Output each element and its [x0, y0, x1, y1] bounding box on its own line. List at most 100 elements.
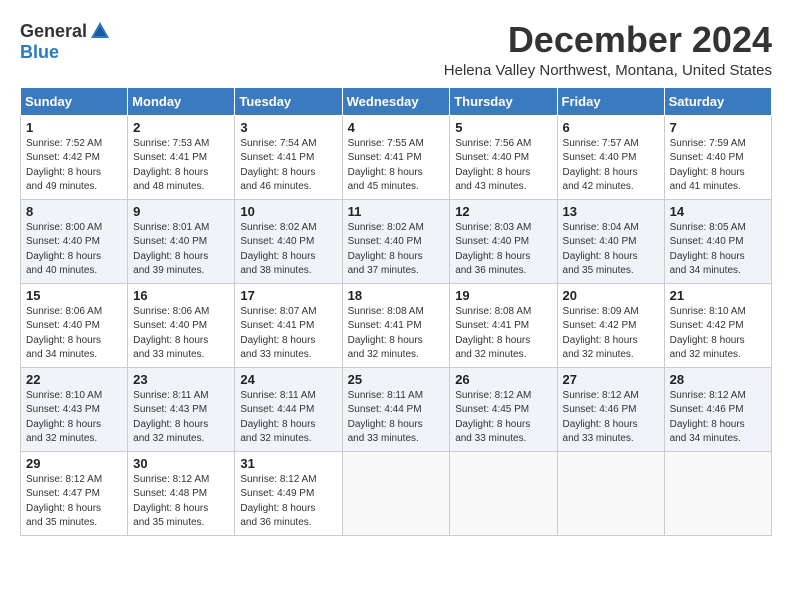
calendar-header-saturday: Saturday [664, 87, 771, 115]
calendar-cell [664, 451, 771, 535]
day-number: 16 [133, 288, 229, 303]
cell-sunrise-sunset: Sunrise: 8:11 AMSunset: 4:44 PMDaylight:… [240, 389, 336, 447]
day-number: 19 [455, 288, 551, 303]
day-number: 11 [348, 204, 445, 219]
day-number: 8 [26, 204, 122, 219]
calendar-header-tuesday: Tuesday [235, 87, 342, 115]
day-number: 24 [240, 372, 336, 387]
cell-sunrise-sunset: Sunrise: 7:55 AMSunset: 4:41 PMDaylight:… [348, 137, 445, 195]
cell-sunrise-sunset: Sunrise: 8:12 AMSunset: 4:49 PMDaylight:… [240, 473, 336, 531]
calendar-header-sunday: Sunday [21, 87, 128, 115]
day-number: 22 [26, 372, 122, 387]
calendar-cell: 16 Sunrise: 8:06 AMSunset: 4:40 PMDayligh… [128, 283, 235, 367]
calendar-cell: 6Sunrise: 7:57 AMSunset: 4:40 PMDaylight… [557, 115, 664, 199]
day-number: 7 [670, 120, 766, 135]
calendar-cell: 7 Sunrise: 7:59 AMSunset: 4:40 PMDaylight… [664, 115, 771, 199]
day-number: 13 [563, 204, 659, 219]
day-number: 4 [348, 120, 445, 135]
day-number: 26 [455, 372, 551, 387]
day-number: 31 [240, 456, 336, 471]
calendar-cell: 26 Sunrise: 8:12 AMSunset: 4:45 PMDayligh… [450, 367, 557, 451]
calendar-cell: 11 Sunrise: 8:02 AMSunset: 4:40 PMDayligh… [342, 199, 450, 283]
calendar-week-row: 15Sunrise: 8:06 AMSunset: 4:40 PMDayligh… [21, 283, 772, 367]
day-number: 23 [133, 372, 229, 387]
cell-sunrise-sunset: Sunrise: 8:07 AMSunset: 4:41 PMDaylight:… [240, 305, 336, 363]
cell-sunrise-sunset: Sunrise: 8:10 AMSunset: 4:43 PMDaylight:… [26, 389, 122, 447]
calendar-cell [342, 451, 450, 535]
cell-sunrise-sunset: Sunrise: 7:52 AMSunset: 4:42 PMDaylight:… [26, 137, 122, 195]
calendar-cell: 28 Sunrise: 8:12 AMSunset: 4:46 PMDayligh… [664, 367, 771, 451]
cell-sunrise-sunset: Sunrise: 8:11 AMSunset: 4:43 PMDaylight:… [133, 389, 229, 447]
logo-icon [89, 20, 111, 42]
calendar-header-thursday: Thursday [450, 87, 557, 115]
calendar-cell: 22 Sunrise: 8:10 AMSunset: 4:43 PMDayligh… [21, 367, 128, 451]
calendar-week-row: 8 Sunrise: 8:00 AMSunset: 4:40 PMDaylight… [21, 199, 772, 283]
calendar-cell: 29 Sunrise: 8:12 AMSunset: 4:47 PMDayligh… [21, 451, 128, 535]
cell-sunrise-sunset: Sunrise: 7:59 AMSunset: 4:40 PMDaylight:… [670, 137, 766, 195]
calendar-week-row: 29 Sunrise: 8:12 AMSunset: 4:47 PMDayligh… [21, 451, 772, 535]
calendar-cell: 14Sunrise: 8:05 AMSunset: 4:40 PMDayligh… [664, 199, 771, 283]
cell-sunrise-sunset: Sunrise: 8:04 AMSunset: 4:40 PMDaylight:… [563, 221, 659, 279]
calendar-cell: 13 Sunrise: 8:04 AMSunset: 4:40 PMDayligh… [557, 199, 664, 283]
logo-blue-text: Blue [20, 42, 59, 62]
calendar-header-wednesday: Wednesday [342, 87, 450, 115]
calendar-week-row: 22 Sunrise: 8:10 AMSunset: 4:43 PMDayligh… [21, 367, 772, 451]
cell-sunrise-sunset: Sunrise: 8:01 AMSunset: 4:40 PMDaylight:… [133, 221, 229, 279]
cell-sunrise-sunset: Sunrise: 8:08 AMSunset: 4:41 PMDaylight:… [455, 305, 551, 363]
calendar-header-monday: Monday [128, 87, 235, 115]
cell-sunrise-sunset: Sunrise: 7:56 AMSunset: 4:40 PMDaylight:… [455, 137, 551, 195]
day-number: 12 [455, 204, 551, 219]
calendar-cell: 23 Sunrise: 8:11 AMSunset: 4:43 PMDayligh… [128, 367, 235, 451]
cell-sunrise-sunset: Sunrise: 8:12 AMSunset: 4:45 PMDaylight:… [455, 389, 551, 447]
calendar-cell: 30Sunrise: 8:12 AMSunset: 4:48 PMDayligh… [128, 451, 235, 535]
day-number: 9 [133, 204, 229, 219]
calendar-cell: 2 Sunrise: 7:53 AMSunset: 4:41 PMDaylight… [128, 115, 235, 199]
calendar-table: SundayMondayTuesdayWednesdayThursdayFrid… [20, 87, 772, 536]
cell-sunrise-sunset: Sunrise: 8:08 AMSunset: 4:41 PMDaylight:… [348, 305, 445, 363]
cell-sunrise-sunset: Sunrise: 8:02 AMSunset: 4:40 PMDaylight:… [348, 221, 445, 279]
cell-sunrise-sunset: Sunrise: 8:09 AMSunset: 4:42 PMDaylight:… [563, 305, 659, 363]
calendar-cell: 8 Sunrise: 8:00 AMSunset: 4:40 PMDaylight… [21, 199, 128, 283]
day-number: 29 [26, 456, 122, 471]
calendar-cell: 12 Sunrise: 8:03 AMSunset: 4:40 PMDayligh… [450, 199, 557, 283]
calendar-header-row: SundayMondayTuesdayWednesdayThursdayFrid… [21, 87, 772, 115]
cell-sunrise-sunset: Sunrise: 8:12 AMSunset: 4:46 PMDaylight:… [563, 389, 659, 447]
cell-sunrise-sunset: Sunrise: 8:12 AMSunset: 4:46 PMDaylight:… [670, 389, 766, 447]
cell-sunrise-sunset: Sunrise: 8:06 AMSunset: 4:40 PMDaylight:… [133, 305, 229, 363]
day-number: 27 [563, 372, 659, 387]
calendar-header-friday: Friday [557, 87, 664, 115]
calendar-cell: 1Sunrise: 7:52 AMSunset: 4:42 PMDaylight… [21, 115, 128, 199]
day-number: 2 [133, 120, 229, 135]
day-number: 28 [670, 372, 766, 387]
calendar-cell: 5 Sunrise: 7:56 AMSunset: 4:40 PMDaylight… [450, 115, 557, 199]
cell-sunrise-sunset: Sunrise: 7:53 AMSunset: 4:41 PMDaylight:… [133, 137, 229, 195]
calendar-cell: 4 Sunrise: 7:55 AMSunset: 4:41 PMDaylight… [342, 115, 450, 199]
cell-sunrise-sunset: Sunrise: 7:54 AMSunset: 4:41 PMDaylight:… [240, 137, 336, 195]
cell-sunrise-sunset: Sunrise: 8:10 AMSunset: 4:42 PMDaylight:… [670, 305, 766, 363]
logo-general-text: General [20, 21, 87, 42]
cell-sunrise-sunset: Sunrise: 8:03 AMSunset: 4:40 PMDaylight:… [455, 221, 551, 279]
day-number: 21 [670, 288, 766, 303]
calendar-cell: 21 Sunrise: 8:10 AMSunset: 4:42 PMDayligh… [664, 283, 771, 367]
cell-sunrise-sunset: Sunrise: 8:12 AMSunset: 4:47 PMDaylight:… [26, 473, 122, 531]
title-area: December 2024 Helena Valley Northwest, M… [444, 20, 772, 79]
day-number: 5 [455, 120, 551, 135]
calendar-cell: 18Sunrise: 8:08 AMSunset: 4:41 PMDayligh… [342, 283, 450, 367]
day-number: 30 [133, 456, 229, 471]
calendar-cell: 24 Sunrise: 8:11 AMSunset: 4:44 PMDayligh… [235, 367, 342, 451]
calendar-cell: 25Sunrise: 8:11 AMSunset: 4:44 PMDayligh… [342, 367, 450, 451]
calendar-cell: 27 Sunrise: 8:12 AMSunset: 4:46 PMDayligh… [557, 367, 664, 451]
calendar-cell [557, 451, 664, 535]
cell-sunrise-sunset: Sunrise: 7:57 AMSunset: 4:40 PMDaylight:… [563, 137, 659, 195]
cell-sunrise-sunset: Sunrise: 8:00 AMSunset: 4:40 PMDaylight:… [26, 221, 122, 279]
calendar-cell: 3 Sunrise: 7:54 AMSunset: 4:41 PMDaylight… [235, 115, 342, 199]
calendar-cell: 17 Sunrise: 8:07 AMSunset: 4:41 PMDayligh… [235, 283, 342, 367]
day-number: 3 [240, 120, 336, 135]
cell-sunrise-sunset: Sunrise: 8:06 AMSunset: 4:40 PMDaylight:… [26, 305, 122, 363]
calendar-cell: 9 Sunrise: 8:01 AMSunset: 4:40 PMDaylight… [128, 199, 235, 283]
day-number: 20 [563, 288, 659, 303]
calendar-cell: 19 Sunrise: 8:08 AMSunset: 4:41 PMDayligh… [450, 283, 557, 367]
cell-sunrise-sunset: Sunrise: 8:02 AMSunset: 4:40 PMDaylight:… [240, 221, 336, 279]
cell-sunrise-sunset: Sunrise: 8:11 AMSunset: 4:44 PMDaylight:… [348, 389, 445, 447]
day-number: 17 [240, 288, 336, 303]
